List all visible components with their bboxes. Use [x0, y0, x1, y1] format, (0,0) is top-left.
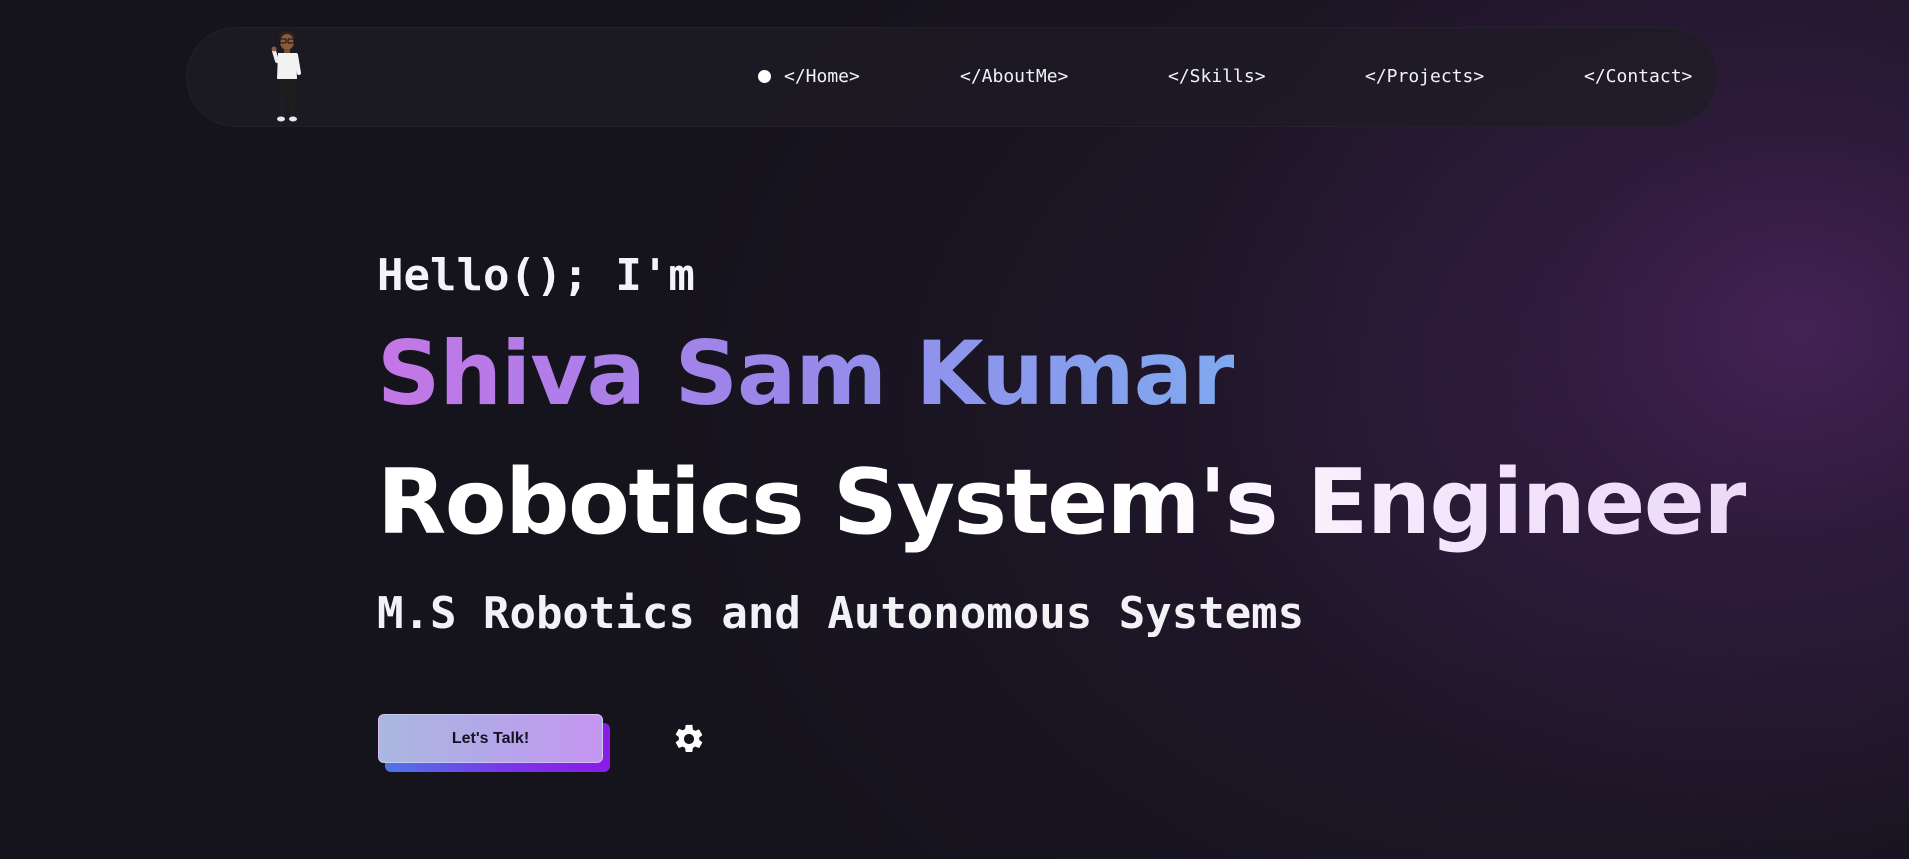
nav-link-contact[interactable]: </Contact>: [1584, 62, 1692, 92]
nav-link-projects[interactable]: </Projects>: [1365, 62, 1484, 92]
hero-degree: M.S Robotics and Autonomous Systems: [377, 588, 1305, 639]
settings-button[interactable]: [672, 722, 706, 756]
background-glow: [0, 0, 1909, 859]
lets-talk-button[interactable]: Let's Talk!: [378, 714, 603, 763]
nav-link-aboutme[interactable]: </AboutMe>: [960, 62, 1068, 92]
hero-greeting: Hello(); I'm: [377, 250, 695, 301]
hero-role: Robotics System's Engineer: [377, 450, 1748, 555]
cta-container: Let's Talk!: [378, 714, 610, 772]
nav-link-skills[interactable]: </Skills>: [1168, 62, 1266, 92]
nav-link-home[interactable]: </Home>: [784, 62, 860, 92]
hero-name: Shiva Sam Kumar: [377, 322, 1235, 425]
nav-links: </Home> </AboutMe> </Skills> </Projects>…: [0, 62, 1909, 92]
gear-icon: [675, 724, 703, 753]
